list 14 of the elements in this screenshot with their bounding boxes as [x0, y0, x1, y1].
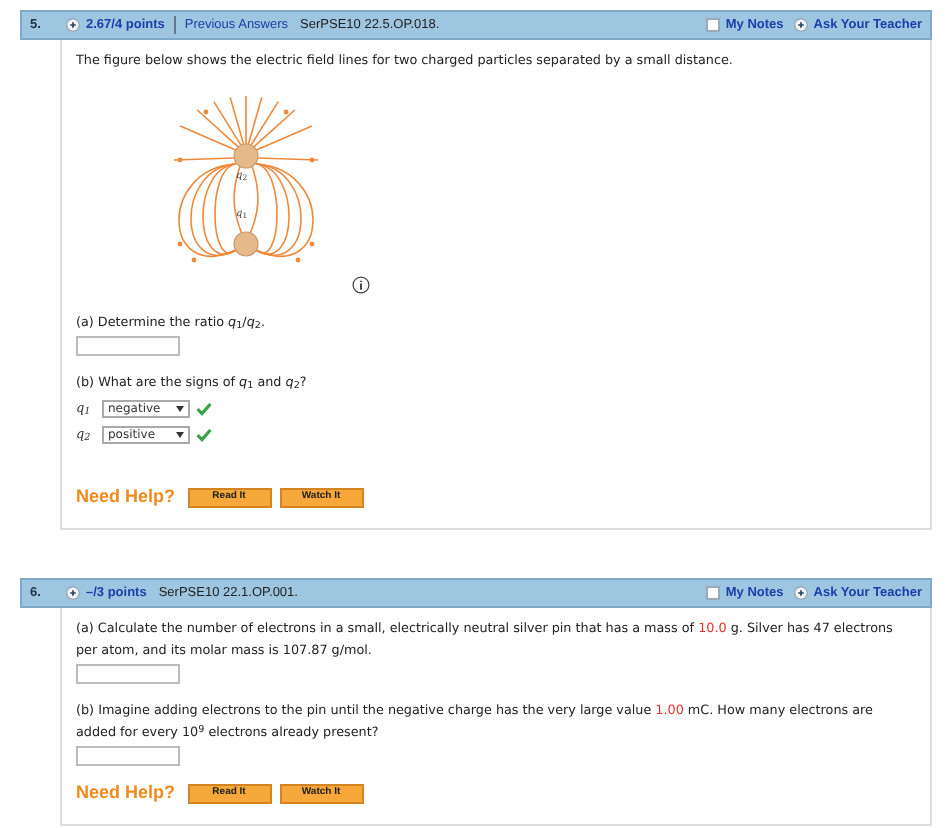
info-icon[interactable] — [352, 276, 370, 294]
expand-icon[interactable] — [793, 586, 808, 600]
answer-field[interactable] — [76, 664, 180, 684]
caret-icon — [176, 406, 184, 412]
notes-checkbox[interactable] — [705, 18, 720, 32]
notes-checkbox[interactable] — [705, 586, 720, 600]
answer-field[interactable] — [76, 746, 180, 766]
need-help-label: Need Help? — [76, 782, 176, 804]
expand-icon[interactable] — [66, 18, 80, 32]
expand-icon[interactable] — [66, 586, 80, 600]
need-help-label: Need Help? — [76, 486, 176, 508]
caret-icon — [176, 432, 184, 438]
expand-icon[interactable] — [793, 18, 808, 32]
answer-field[interactable] — [76, 336, 180, 356]
